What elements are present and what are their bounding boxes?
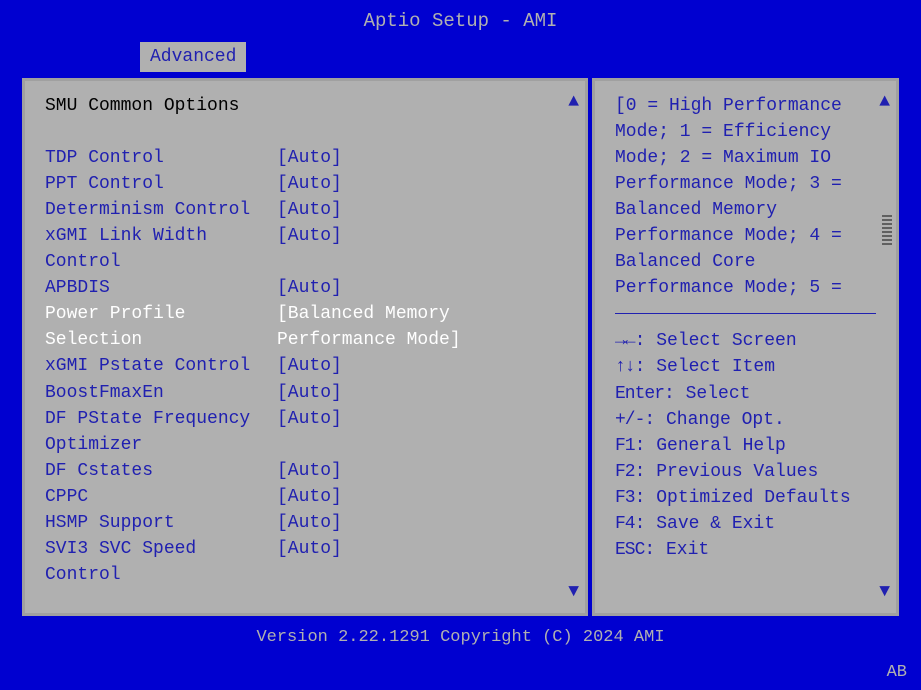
- key-hint: F2: Previous Values: [615, 459, 876, 485]
- key-hint: F4: Save & Exit: [615, 511, 876, 537]
- help-line: Performance Mode; 5 =: [615, 275, 876, 301]
- setting-label-cont: Control: [45, 249, 277, 275]
- setting-label: APBDIS: [45, 275, 277, 301]
- setting-label: HSMP Support: [45, 510, 277, 536]
- setting-value: [Auto]: [277, 536, 342, 588]
- help-line: Mode; 2 = Maximum IO: [615, 145, 876, 171]
- setting-label-cont: Optimizer: [45, 432, 277, 458]
- key-hint: Enter: Select: [615, 381, 876, 407]
- help-line: Mode; 1 = Efficiency: [615, 119, 876, 145]
- setting-row[interactable]: TDP Control[Auto]: [45, 145, 565, 171]
- help-text: [0 = High PerformanceMode; 1 = Efficienc…: [615, 93, 876, 302]
- setting-label: xGMI Link Width: [45, 223, 277, 249]
- setting-row-cont[interactable]: SelectionPerformance Mode]: [45, 327, 565, 353]
- key-hint-text: : Select Screen: [635, 331, 797, 351]
- setting-label: TDP Control: [45, 145, 277, 171]
- help-scroll-up-icon[interactable]: ▲: [879, 89, 890, 115]
- key-hint-text: : Exit: [644, 540, 709, 560]
- key-hint-text: : Change Opt.: [644, 410, 784, 430]
- key-hint-keys: F2: [615, 462, 635, 482]
- help-line: Performance Mode; 3 =: [615, 171, 876, 197]
- setting-value: [Auto]: [277, 353, 342, 379]
- setting-row[interactable]: DF PState Frequency[Auto]: [45, 406, 565, 432]
- key-hint-keys: F1: [615, 436, 635, 456]
- setting-value: [Auto]: [277, 197, 342, 223]
- key-hint-text: : General Help: [635, 436, 786, 456]
- setting-row[interactable]: CPPC[Auto]: [45, 484, 565, 510]
- setting-value: [Auto]: [277, 275, 342, 301]
- section-title: SMU Common Options: [45, 93, 565, 119]
- key-hint-keys: ESC: [615, 540, 644, 560]
- setting-value: [Auto]: [277, 484, 342, 510]
- help-panel: ▲ ▼ [0 = High PerformanceMode; 1 = Effic…: [592, 78, 899, 616]
- key-hint: ESC: Exit: [615, 537, 876, 563]
- setting-label: BoostFmaxEn: [45, 380, 277, 406]
- scroll-up-icon[interactable]: ▲: [568, 89, 579, 115]
- key-hint-text: : Select Item: [635, 357, 775, 377]
- setting-row[interactable]: DF Cstates[Auto]: [45, 458, 565, 484]
- setting-row[interactable]: Determinism Control[Auto]: [45, 197, 565, 223]
- setting-label: Determinism Control: [45, 197, 277, 223]
- key-hint: +/-: Change Opt.: [615, 407, 876, 433]
- setting-row-cont[interactable]: Optimizer: [45, 432, 565, 458]
- key-hint: F1: General Help: [615, 433, 876, 459]
- footer-badge: AB: [887, 661, 907, 686]
- key-hint-text: : Optimized Defaults: [635, 488, 851, 508]
- setting-value: [Auto]: [277, 458, 342, 484]
- setting-row[interactable]: xGMI Pstate Control[Auto]: [45, 353, 565, 379]
- setting-row[interactable]: HSMP Support[Auto]: [45, 510, 565, 536]
- help-line: [0 = High Performance: [615, 93, 876, 119]
- tab-advanced[interactable]: Advanced: [140, 42, 246, 72]
- key-hint-keys: F4: [615, 514, 635, 534]
- setting-row-cont[interactable]: Control: [45, 249, 565, 275]
- setting-value: [Auto]: [277, 510, 342, 536]
- scroll-down-icon[interactable]: ▼: [568, 579, 579, 605]
- setting-value: [Auto]: [277, 380, 342, 406]
- settings-panel: ▲ ▼ SMU Common Options TDP Control[Auto]…: [22, 78, 588, 616]
- setting-value: [Auto]: [277, 223, 342, 249]
- help-scroll-down-icon[interactable]: ▼: [879, 579, 890, 605]
- key-hint-text: : Select: [664, 384, 750, 404]
- key-hint-text: : Save & Exit: [635, 514, 775, 534]
- setting-value-cont: Performance Mode]: [277, 327, 461, 353]
- setting-label-cont: Selection: [45, 327, 277, 353]
- help-scrollbar-thumb[interactable]: [882, 215, 892, 245]
- setting-label: xGMI Pstate Control: [45, 353, 277, 379]
- help-line: Balanced Core: [615, 249, 876, 275]
- footer-version: Version 2.22.1291 Copyright (C) 2024 AMI: [0, 626, 921, 651]
- key-hint-keys: F3: [615, 488, 635, 508]
- setting-label: CPPC: [45, 484, 277, 510]
- setting-label: DF Cstates: [45, 458, 277, 484]
- setting-value: [Balanced Memory: [277, 301, 450, 327]
- help-divider: [615, 313, 876, 314]
- key-hint-keys: Enter: [615, 384, 664, 404]
- window-title: Aptio Setup - AMI: [0, 0, 921, 36]
- key-hint-keys: ↑↓: [615, 357, 635, 377]
- setting-row[interactable]: APBDIS[Auto]: [45, 275, 565, 301]
- setting-row[interactable]: PPT Control[Auto]: [45, 171, 565, 197]
- help-line: Performance Mode; 4 =: [615, 223, 876, 249]
- setting-value: [Auto]: [277, 171, 342, 197]
- setting-row[interactable]: Power Profile[Balanced Memory: [45, 301, 565, 327]
- setting-row[interactable]: SVI3 SVC Speed Control[Auto]: [45, 536, 565, 588]
- key-hints: →←: Select Screen↑↓: Select ItemEnter: S…: [615, 328, 876, 563]
- setting-row[interactable]: xGMI Link Width[Auto]: [45, 223, 565, 249]
- key-hint: →←: Select Screen: [615, 328, 876, 354]
- tab-bar: Advanced: [140, 42, 921, 72]
- key-hint-keys: →←: [615, 331, 635, 351]
- setting-label: DF PState Frequency: [45, 406, 277, 432]
- key-hint-keys: +/-: [615, 410, 644, 430]
- setting-value: [Auto]: [277, 145, 342, 171]
- setting-label: PPT Control: [45, 171, 277, 197]
- setting-value: [Auto]: [277, 406, 342, 432]
- setting-row[interactable]: BoostFmaxEn[Auto]: [45, 380, 565, 406]
- setting-label: SVI3 SVC Speed Control: [45, 536, 277, 588]
- key-hint: F3: Optimized Defaults: [615, 485, 876, 511]
- setting-label: Power Profile: [45, 301, 277, 327]
- help-line: Balanced Memory: [615, 197, 876, 223]
- key-hint-text: : Previous Values: [635, 462, 819, 482]
- key-hint: ↑↓: Select Item: [615, 354, 876, 380]
